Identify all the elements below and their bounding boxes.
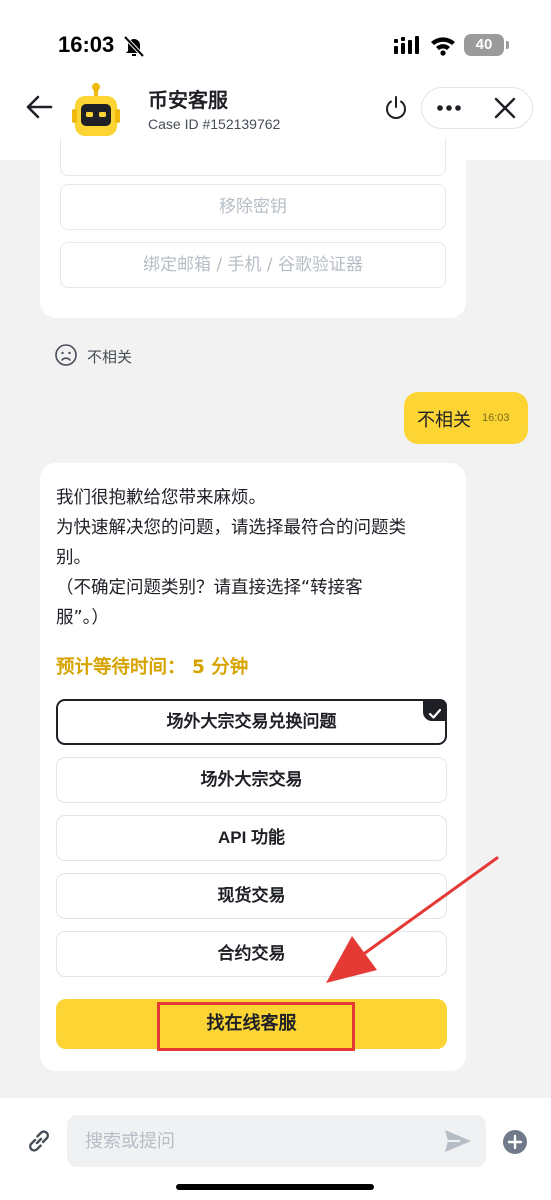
previous-option: 绑定邮箱 / 手机 / 谷歌验证器 — [60, 242, 446, 288]
message-line: 我们很抱歉给您带来麻烦。 — [56, 488, 266, 508]
header-action-pill — [421, 87, 533, 129]
previous-bot-card: 移除密钥 绑定邮箱 / 手机 / 谷歌验证器 — [40, 138, 466, 318]
send-icon[interactable] — [443, 1128, 473, 1154]
option-futures[interactable]: 合约交易 — [56, 931, 447, 977]
search-input[interactable] — [67, 1115, 486, 1167]
bot-avatar-icon — [72, 83, 120, 136]
bot-message-card: 我们很抱歉给您带来麻烦。 为快速解决您的问题，请选择最符合的问题类 别。 （不确… — [40, 463, 466, 1071]
bell-off-icon — [123, 35, 145, 58]
composer-bar — [0, 1098, 551, 1200]
link-icon[interactable] — [24, 1126, 54, 1156]
previous-option-cut — [60, 138, 446, 176]
wifi-icon — [431, 37, 455, 56]
close-icon[interactable] — [478, 88, 534, 128]
option-otc[interactable]: 场外大宗交易 — [56, 757, 447, 803]
plus-icon[interactable] — [502, 1129, 528, 1155]
battery-indicator: 40 — [464, 34, 504, 56]
power-icon[interactable] — [382, 94, 410, 122]
message-time: 16:03 — [482, 412, 510, 424]
message-line: 为快速解决您的问题，请选择最符合的问题类 — [56, 518, 406, 538]
message-line: （不确定问题类别？请直接选择“转接客 — [56, 578, 363, 598]
status-time: 16:03 — [58, 32, 115, 57]
wait-time: 预计等待时间： 5 分钟 — [56, 657, 249, 678]
user-message-bubble: 不相关 16:03 — [404, 392, 528, 444]
case-id: Case ID #152139762 — [148, 116, 281, 132]
message-line: 别。 — [56, 548, 91, 568]
bot-message-text: 我们很抱歉给您带来麻烦。 为快速解决您的问题，请选择最符合的问题类 别。 （不确… — [56, 483, 456, 633]
feedback-label: 不相关 — [87, 348, 133, 366]
chat-title: 币安客服 — [148, 88, 228, 112]
user-message-text: 不相关 — [417, 410, 471, 431]
battery-cap — [506, 41, 509, 49]
option-otc-convert[interactable]: 场外大宗交易兑换问题 — [56, 699, 447, 745]
option-spot[interactable]: 现货交易 — [56, 873, 447, 919]
option-label: 场外大宗交易兑换问题 — [166, 712, 337, 731]
more-icon[interactable] — [422, 88, 478, 128]
home-indicator — [176, 1184, 374, 1190]
signal-icon — [394, 36, 419, 54]
sad-face-icon — [55, 344, 77, 366]
message-line: 服”。） — [56, 608, 109, 628]
previous-option: 移除密钥 — [60, 184, 446, 230]
status-bar: 16:03 40 — [0, 0, 551, 80]
contact-agent-button[interactable]: 找在线客服 — [56, 999, 447, 1049]
option-api[interactable]: API 功能 — [56, 815, 447, 861]
back-arrow-icon[interactable] — [24, 92, 54, 122]
check-icon — [423, 699, 447, 721]
